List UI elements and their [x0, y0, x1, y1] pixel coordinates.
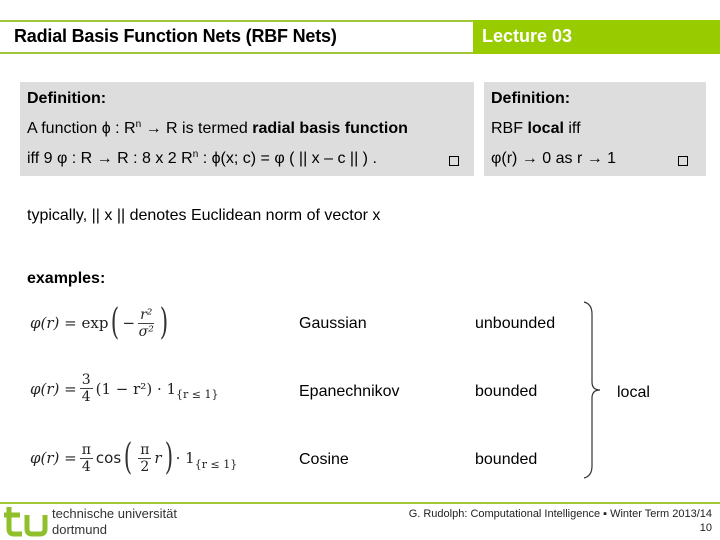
footer-rule — [0, 502, 720, 504]
fraction: 34 — [79, 372, 93, 405]
examples-heading: examples: — [27, 270, 106, 287]
fraction: π4 — [79, 441, 93, 475]
formula-lhs: φ(r) = — [30, 379, 77, 398]
footer-credit: G. Rudolph: Computational Intelligence ▪… — [409, 507, 712, 535]
inner-fraction: π2 — [138, 441, 152, 475]
formula-lhs: φ(r) = — [30, 449, 77, 467]
example-name-gaussian: Gaussian — [299, 315, 367, 332]
numerator: 3 — [79, 372, 93, 389]
numerator: r² — [138, 306, 155, 324]
right-brace-icon — [583, 301, 601, 479]
text: RBF — [491, 120, 528, 137]
term-radial-basis-function: radial basis function — [252, 120, 408, 137]
right-paren: ) — [164, 437, 173, 478]
formula-gaussian: φ(r) = exp ( − r² σ² ) — [30, 305, 171, 341]
example-bound-gaussian: unbounded — [475, 315, 556, 332]
fraction: r² σ² — [138, 306, 155, 340]
university-name-line1: technische universität — [52, 506, 178, 521]
definition-local-line1: RBF local iff — [491, 120, 581, 138]
denominator: 2 — [140, 458, 150, 475]
term-local: local — [527, 120, 564, 137]
left-paren: ( — [123, 437, 133, 478]
qed-square-icon — [449, 156, 459, 166]
definition-local-line2: φ(r) → 0 as r → 1 — [491, 150, 617, 167]
formula-lhs: φ(r) = — [30, 314, 77, 332]
formula-subscript: {r ≤ 1} — [176, 388, 219, 401]
definition-heading: Definition: — [27, 90, 107, 107]
definition-rbf-line2: iff 9 φ : R → R : 8 x 2 Rn : ϕ(x; c) = φ… — [27, 150, 377, 168]
header-top-rule — [0, 20, 473, 22]
page-number: 10 — [699, 522, 712, 534]
text: iff — [563, 120, 581, 137]
credit-text: G. Rudolph: Computational Intelligence ▪… — [408, 508, 712, 520]
formula-body: (1 − r²) · 1 — [95, 379, 177, 398]
left-paren: ( — [111, 302, 120, 343]
example-bound-cosine: bounded — [475, 451, 538, 468]
text: → R is termed — [141, 120, 253, 137]
definition-box-rbf: Definition: A function ϕ : Rn → R is ter… — [20, 82, 474, 176]
example-name-cosine: Cosine — [299, 451, 349, 468]
numerator: π — [138, 441, 152, 459]
definition-box-local: Definition: RBF local iff φ(r) → 0 as r … — [484, 82, 706, 176]
minus-sign: − — [122, 314, 136, 332]
tu-logo-icon — [4, 507, 48, 537]
formula-func: cos — [95, 449, 122, 467]
lecture-label: Lecture 03 — [482, 26, 573, 46]
formula-cosine: φ(r) = π4 cos ( π2 r ) · 1 {r ≤ 1} — [30, 440, 237, 476]
formula-tail: · 1 — [175, 449, 195, 467]
denominator: 4 — [81, 389, 91, 405]
text: : ϕ(x; c) = φ ( || x – c || ) . — [198, 150, 377, 167]
inner-var: r — [154, 449, 162, 467]
example-name-epanechnikov: Epanechnikov — [299, 383, 400, 400]
university-name-line2: dortmund — [52, 522, 107, 537]
text: iff 9 φ : R → R : 8 x 2 R — [27, 150, 193, 167]
qed-square-icon — [678, 156, 688, 166]
denominator: 4 — [81, 458, 91, 475]
definition-rbf-line1: A function ϕ : Rn → R is termed radial b… — [27, 120, 408, 138]
norm-note: typically, || x || denotes Euclidean nor… — [27, 207, 381, 224]
formula-subscript: {r ≤ 1} — [194, 457, 238, 471]
formula-func: exp — [81, 314, 109, 332]
numerator: π — [79, 441, 93, 459]
slide-title: Radial Basis Function Nets (RBF Nets) — [14, 26, 337, 46]
denominator: σ² — [138, 323, 154, 340]
example-bound-epanechnikov: bounded — [475, 383, 538, 400]
group-label-local: local — [617, 384, 650, 401]
definition-heading: Definition: — [491, 90, 571, 107]
formula-epanechnikov: φ(r) = 34 (1 − r²) · 1 {r ≤ 1} — [30, 372, 219, 405]
text: A function ϕ : R — [27, 120, 136, 137]
right-paren: ) — [160, 302, 169, 343]
header-bottom-rule — [0, 52, 473, 54]
